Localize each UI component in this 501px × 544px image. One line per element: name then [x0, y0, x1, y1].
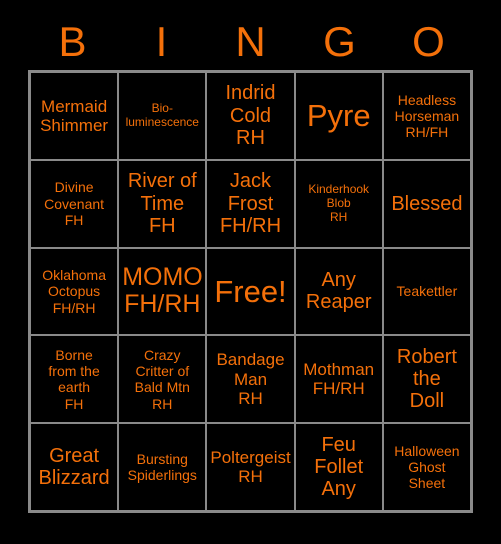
bingo-cell[interactable]: Great Blizzard: [31, 424, 118, 510]
bingo-cell-label: Feu Follet Any: [314, 433, 364, 501]
bingo-cell[interactable]: Feu Follet Any: [295, 424, 382, 510]
bingo-header-letter-o: O: [412, 18, 445, 65]
bingo-header-letter-b: B: [58, 18, 87, 65]
bingo-cell-label: Pyre: [306, 98, 371, 134]
bingo-cell-label: Divine Covenant FH: [44, 179, 105, 228]
bingo-header-letter-g: G: [323, 18, 356, 65]
bingo-free-cell[interactable]: Free!: [207, 248, 294, 335]
bingo-cell[interactable]: Poltergeist RH: [207, 424, 294, 510]
bingo-cell[interactable]: Bio- luminescence: [119, 73, 206, 159]
bingo-cell[interactable]: Any Reaper: [295, 248, 382, 335]
bingo-cell-label: Great Blizzard: [38, 444, 110, 490]
bingo-cell[interactable]: River of Time FH: [119, 160, 206, 247]
bingo-cell[interactable]: Borne from the earth FH: [31, 336, 118, 423]
bingo-cell-label: Robert the Doll: [396, 345, 457, 413]
bingo-cell[interactable]: Blessed: [383, 160, 470, 247]
bingo-cell[interactable]: Bandage Man RH: [207, 336, 294, 423]
bingo-cell-label: Bio- luminescence: [125, 101, 199, 129]
bingo-header-row: BINGO: [28, 14, 473, 70]
bingo-cell[interactable]: Halloween Ghost Sheet: [383, 424, 470, 510]
bingo-cell-label: Oklahoma Octopus FH/RH: [42, 267, 106, 316]
bingo-cell[interactable]: MOMO FH/RH: [119, 248, 206, 335]
bingo-cell-label: Borne from the earth FH: [48, 346, 100, 412]
bingo-cell[interactable]: Mothman FH/RH: [295, 336, 382, 423]
bingo-cell-label: Mothman FH/RH: [303, 359, 375, 399]
bingo-cell-label: Free!: [214, 273, 287, 309]
bingo-cell[interactable]: Kinderhook Blob RH: [295, 160, 382, 247]
bingo-grid: Mermaid Shimmer Bio- luminescence Indrid C…: [28, 70, 473, 513]
bingo-cell[interactable]: Jack Frost FH/RH: [207, 160, 294, 247]
bingo-cell-label: MOMO FH/RH: [122, 262, 203, 319]
bingo-cell[interactable]: Bursting Spiderlings: [119, 424, 206, 510]
bingo-cell[interactable]: Mermaid Shimmer: [31, 73, 118, 159]
bingo-cell-label: Poltergeist RH: [210, 447, 291, 487]
bingo-cell-label: Crazy Critter of Bald Mtn RH: [134, 346, 190, 412]
bingo-cell-label: Mermaid Shimmer: [40, 96, 109, 135]
bingo-cell[interactable]: Robert the Doll: [383, 336, 470, 423]
bingo-cell[interactable]: Indrid Cold RH: [207, 73, 294, 159]
bingo-cell[interactable]: Headless Horseman RH/FH: [383, 73, 470, 159]
bingo-cell-label: Halloween Ghost Sheet: [394, 442, 460, 492]
bingo-cell-label: Bursting Spiderlings: [127, 450, 197, 484]
bingo-cell[interactable]: Oklahoma Octopus FH/RH: [31, 248, 118, 335]
bingo-header-letter-i: I: [155, 18, 168, 65]
bingo-cell[interactable]: Crazy Critter of Bald Mtn RH: [119, 336, 206, 423]
bingo-card: B I N G O Mermaid Shimmer Bio- luminescence In…: [0, 0, 501, 544]
bingo-cell[interactable]: Pyre: [295, 73, 382, 159]
bingo-cell-label: Kinderhook Blob RH: [308, 182, 370, 224]
bingo-cell[interactable]: Divine Covenant FH: [31, 160, 118, 247]
bingo-cell[interactable]: Teakettler: [383, 248, 470, 335]
bingo-header-letter-n: N: [235, 18, 266, 65]
bingo-cell-label: Bandage Man RH: [216, 350, 285, 408]
bingo-cell-label: River of Time FH: [127, 170, 197, 237]
bingo-cell-label: Headless Horseman RH/FH: [394, 91, 460, 141]
bingo-cell-label: Indrid Cold RH: [225, 82, 276, 150]
bingo-cell-label: Jack Frost FH/RH: [219, 170, 282, 237]
bingo-cell-label: Any Reaper: [305, 269, 372, 314]
bingo-cell-label: Teakettler: [396, 283, 458, 300]
bingo-cell-label: Blessed: [391, 192, 463, 215]
